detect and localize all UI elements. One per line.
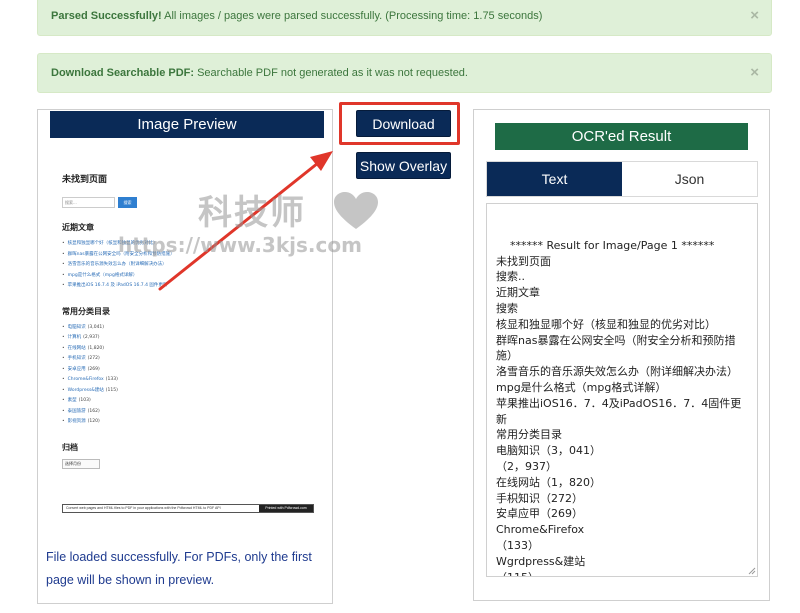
preview-footer-text: Convert web pages and HTML files to PDF …: [66, 506, 221, 510]
close-icon[interactable]: ×: [750, 54, 759, 92]
file-loaded-message: File loaded successfully. For PDFs, only…: [46, 550, 312, 587]
download-highlight-box: [339, 102, 460, 145]
preview-archive-select: 选择月份: [62, 458, 100, 469]
preview-footer-bar: Convert web pages and HTML files to PDF …: [62, 504, 314, 513]
list-item: mpg是什么格式（mpg格式详解）: [62, 271, 314, 282]
image-preview-title: Image Preview: [50, 111, 324, 138]
preview-recent-list: 核显和独显哪个好（核显和独显的优劣对比） 群晖nas暴露在公网安全吗（附安全分析…: [62, 239, 314, 292]
alert-title: Parsed Successfully!: [51, 10, 162, 22]
alert-title: Download Searchable PDF:: [51, 67, 195, 79]
alert-message: Searchable PDF not generated as it was n…: [197, 67, 468, 79]
show-overlay-button[interactable]: Show Overlay: [356, 152, 451, 179]
image-preview-panel: Image Preview 未找到页面 搜索... 搜索 近期文章 核显和独显哪…: [37, 109, 333, 604]
preview-search-row: 搜索... 搜索: [62, 197, 314, 208]
preview-category-list: 电脑知识(3,041) 计算机(2,937) 在线网站(1,820) 手机知识(…: [62, 323, 314, 428]
alert-message: All images / pages were parsed successfu…: [164, 10, 543, 22]
preview-recent-heading: 近期文章: [62, 223, 94, 232]
preview-search-input: 搜索...: [62, 197, 115, 208]
preview-page-image: 未找到页面 搜索... 搜索 近期文章 核显和独显哪个好（核显和独显的优劣对比）…: [62, 172, 314, 469]
result-tabs: Text Json: [486, 161, 758, 197]
list-item: 计算机(2,937): [62, 333, 314, 344]
list-item: 群晖nas暴露在公网安全吗（附安全分析和预防措施）: [62, 250, 314, 261]
close-icon[interactable]: ×: [750, 0, 759, 35]
list-item: 苹果推出iOS 16.7.4 及 iPadOS 16.7.4 固件更新: [62, 281, 314, 292]
list-item: 素型(103): [62, 396, 314, 407]
list-item: 在线网站(1,820): [62, 344, 314, 355]
list-item: 泰国旅游(162): [62, 407, 314, 418]
ocr-text-content: ****** Result for Image/Page 1 ****** 未找…: [496, 238, 742, 576]
ocr-result-panel: OCR'ed Result Text Json ****** Result fo…: [473, 109, 770, 601]
preview-archive-heading: 归档: [62, 442, 78, 452]
list-item: 手机知识(272): [62, 354, 314, 365]
list-item: 安卓应用(269): [62, 365, 314, 376]
preview-footer-badge: Printed with Pdfcrowd.com: [259, 505, 313, 512]
list-item: 电脑知识(3,041): [62, 323, 314, 334]
list-item: 核显和独显哪个好（核显和独显的优劣对比）: [62, 239, 314, 250]
list-item: 洛雪音乐的音乐源失效怎么办（附详细解决办法）: [62, 260, 314, 271]
preview-search-button: 搜索: [118, 197, 137, 208]
preview-category-heading: 常用分类目录: [62, 306, 110, 316]
tab-text[interactable]: Text: [487, 162, 622, 196]
ocr-result-title: OCR'ed Result: [495, 123, 748, 150]
list-item: Chrome&Firefox(133): [62, 375, 314, 386]
heart-icon: [334, 192, 378, 229]
tab-json[interactable]: Json: [622, 162, 757, 196]
list-item: Wordpress&建站(115): [62, 386, 314, 397]
alert-searchable-pdf: Download Searchable PDF: Searchable PDF …: [37, 53, 772, 93]
resize-handle-icon[interactable]: [748, 567, 756, 575]
alert-parsed-success: Parsed Successfully! All images / pages …: [37, 0, 772, 36]
preview-page-heading: 未找到页面: [62, 175, 108, 185]
list-item: 影视资源(120): [62, 417, 314, 428]
ocr-text-output[interactable]: ****** Result for Image/Page 1 ****** 未找…: [486, 203, 758, 577]
